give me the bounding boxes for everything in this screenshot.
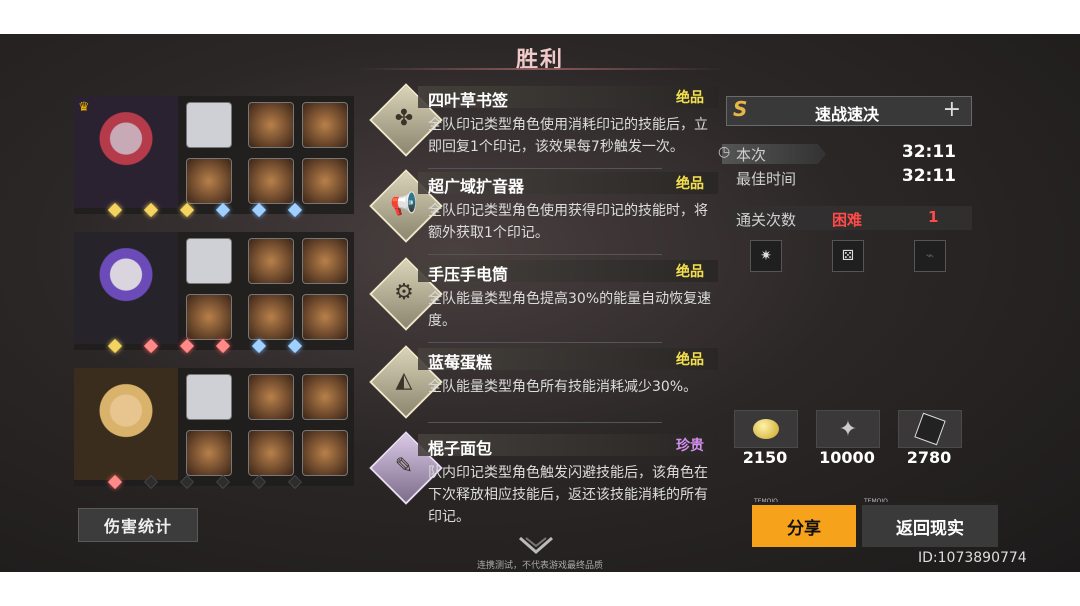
star-diamond-icon [179, 338, 195, 354]
character-portrait [74, 368, 178, 480]
star-rating [107, 474, 350, 490]
share-button[interactable]: 分享 [752, 502, 856, 547]
star-diamond-icon [215, 202, 231, 218]
star-diamond-icon [287, 202, 303, 218]
rose-icon[interactable] [248, 294, 294, 340]
star-diamond-icon [143, 338, 159, 354]
rating-burst-icon: ✷ [750, 240, 782, 272]
relic-divider [428, 422, 662, 423]
relic-name: 四叶草书签 [428, 91, 509, 110]
crystal-count: 10000 [819, 448, 875, 467]
relic-description: 全队印记类型角色使用获得印记的技能时，将额外获取1个印记。 [428, 203, 708, 241]
coin-icon [734, 410, 798, 448]
relic-header: 蓝莓蛋糕 绝品 [418, 348, 718, 372]
chevron-down-icon[interactable] [516, 534, 556, 556]
clear-count-value: 1 [928, 208, 939, 226]
star-diamond-icon [107, 474, 123, 490]
star-diamond-icon [251, 202, 267, 218]
compass-icon[interactable] [248, 102, 294, 148]
goblet-icon[interactable] [302, 158, 348, 204]
relic-description: 全队能量类型角色所有技能消耗减少30%。 [428, 379, 698, 395]
star-diamond-icon [215, 474, 231, 490]
relic-divider [428, 168, 662, 169]
crystal-icon: ✦ [816, 410, 880, 448]
relic-name: 超广域扩音器 [428, 177, 525, 196]
star-diamond-icon [287, 338, 303, 354]
rating-bolt-icon: ⌁ [914, 240, 946, 272]
damage-stats-button[interactable]: 伤害统计 [78, 508, 198, 542]
portrait-icon[interactable] [186, 374, 232, 420]
star-diamond-icon [251, 474, 267, 490]
return-to-reality-button[interactable]: 返回现实 [862, 502, 998, 547]
relic-header: 棍子面包 珍贵 [418, 434, 718, 458]
lion-crest-icon[interactable] [248, 158, 294, 204]
relic-rarity: 珍贵 [676, 438, 704, 454]
victory-screen: 胜利 ♛ 伤害统计 ✤ 四叶草书签 绝品 全队印记类型角色使用消耗印记的技能后，立即回… [0, 34, 1080, 572]
tree-icon[interactable] [186, 294, 232, 340]
mode-name: 速战速决 [814, 105, 879, 124]
star-diamond-icon [107, 338, 123, 354]
star-diamond-icon [143, 474, 159, 490]
relic-name: 蓝莓蛋糕 [428, 353, 493, 372]
relic-rarity: 绝品 [676, 352, 704, 368]
player-id: ID:1073890774 [918, 550, 1027, 566]
star-diamond-icon [215, 338, 231, 354]
relic-rarity: 绝品 [676, 176, 704, 192]
relic-divider [428, 254, 662, 255]
sun-crest-icon[interactable] [302, 102, 348, 148]
card-count: 2780 [906, 448, 952, 467]
leader-crown-icon: ♛ [78, 100, 90, 115]
star-diamond-icon [143, 202, 159, 218]
team-member-card[interactable] [74, 232, 354, 354]
best-time-label: 最佳时间 [736, 170, 797, 188]
team-member-card[interactable] [74, 368, 354, 490]
mode-banner[interactable]: S 速战速决 + [726, 96, 972, 126]
relic-description: 全队印记类型角色使用消耗印记的技能后，立即回复1个印记，该效果每7秒触发一次。 [428, 117, 708, 155]
portrait-icon[interactable] [186, 102, 232, 148]
scarab-icon[interactable] [302, 374, 348, 420]
team-member-card[interactable]: ♛ [74, 96, 354, 218]
sunburst-icon[interactable] [248, 374, 294, 420]
crossed-swords-icon[interactable] [186, 158, 232, 204]
title-divider [355, 68, 725, 70]
star-rating [107, 202, 350, 218]
orb-icon[interactable] [186, 430, 232, 476]
gear-icon[interactable] [302, 294, 348, 340]
clear-count-label: 通关次数 [736, 211, 797, 229]
helmet-icon[interactable] [248, 238, 294, 284]
character-portrait [74, 232, 178, 344]
relic-name: 棍子面包 [428, 439, 493, 458]
coin-count: 2150 [742, 448, 788, 467]
portrait-icon[interactable] [186, 238, 232, 284]
lion-crest-icon[interactable] [248, 430, 294, 476]
rank-s-icon: S [733, 97, 748, 121]
best-time-value: 32:11 [901, 166, 956, 186]
star-diamond-icon [287, 474, 303, 490]
relic-header: 手压手电筒 绝品 [418, 260, 718, 284]
star-diamond-icon [179, 474, 195, 490]
this-run-time: 32:11 [901, 142, 956, 162]
relic-divider [428, 342, 662, 343]
relic-header: 超广域扩音器 绝品 [418, 172, 718, 196]
relic-description: 全队能量类型角色提高30%的能量自动恢复速度。 [428, 291, 712, 329]
relic-rarity: 绝品 [676, 264, 704, 280]
mask-icon[interactable] [302, 238, 348, 284]
relic-name: 手压手电筒 [428, 265, 509, 284]
star-diamond-icon [179, 202, 195, 218]
this-run-label: 本次 [736, 146, 767, 164]
card-icon [898, 410, 962, 448]
clock-icon: ◷ [718, 144, 731, 160]
relic-header: 四叶草书签 绝品 [418, 86, 718, 110]
star-diamond-icon [107, 202, 123, 218]
relic-description: 队内印记类型角色触发闪避技能后，该角色在下次释放相应技能后，返还该技能消耗的所有… [428, 465, 708, 525]
expand-plus-icon[interactable]: + [943, 97, 961, 122]
rating-dice-icon: ⚄ [832, 240, 864, 272]
star-rating [107, 338, 350, 354]
disclaimer-text: 连携测试，不代表游戏最终品质 [476, 561, 603, 571]
difficulty-label: 困难 [832, 211, 863, 229]
relic-rarity: 绝品 [676, 90, 704, 106]
ring-icon[interactable] [302, 430, 348, 476]
star-diamond-icon [251, 338, 267, 354]
